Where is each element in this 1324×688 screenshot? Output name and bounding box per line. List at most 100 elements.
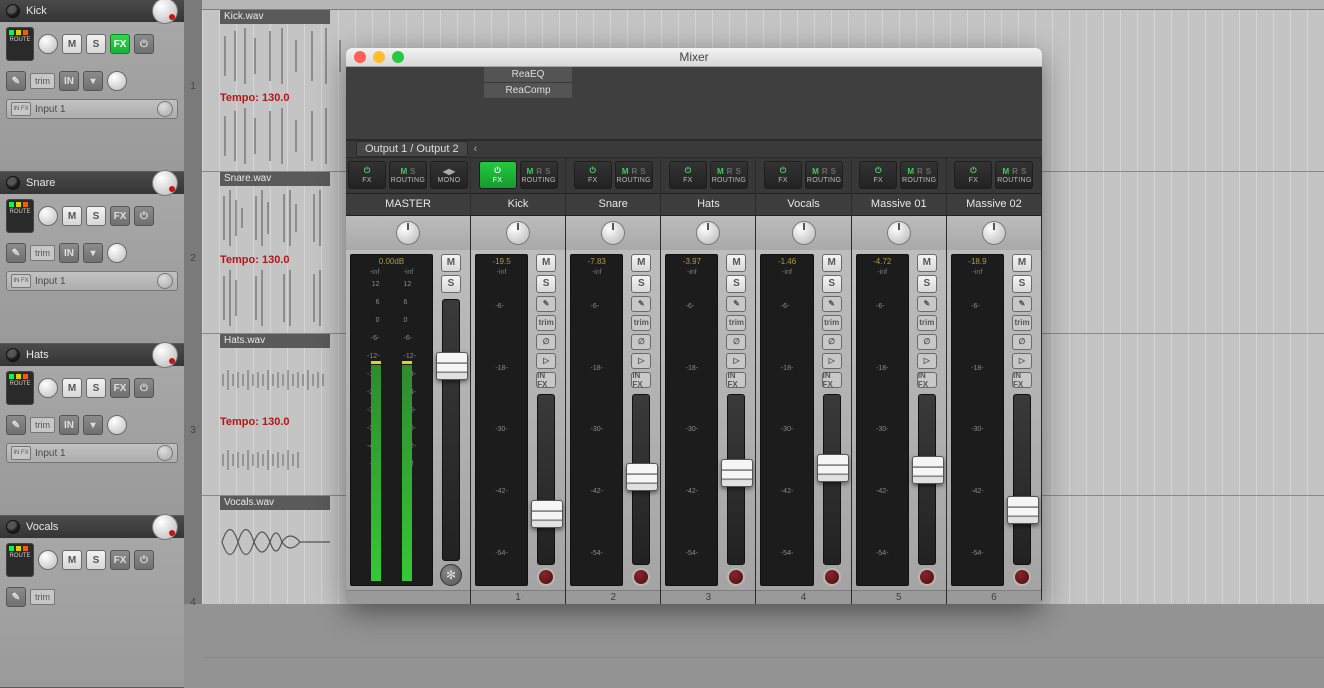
close-icon[interactable] — [354, 51, 366, 63]
clip-name[interactable]: Kick.wav — [220, 10, 330, 24]
input-fx-icon[interactable]: IN FX — [11, 274, 31, 288]
mute-button[interactable]: M — [441, 254, 461, 272]
record-arm-icon[interactable] — [6, 176, 20, 190]
pan-knob[interactable] — [982, 221, 1006, 245]
mute-button[interactable]: M — [726, 254, 746, 272]
mute-button[interactable]: M — [631, 254, 651, 272]
input-fx-icon[interactable]: IN FX — [11, 446, 31, 460]
fx-button[interactable]: ⏻ FX — [348, 161, 386, 189]
solo-button[interactable]: S — [917, 275, 937, 293]
dropdown-icon[interactable]: ▾ — [83, 71, 103, 91]
send-button[interactable]: ▷ — [917, 353, 937, 369]
routing-button[interactable]: MRSROUTING — [805, 161, 843, 189]
route-button[interactable]: ROUTE — [6, 199, 34, 233]
phase-button[interactable]: ∅ — [536, 334, 556, 350]
monitor-button[interactable] — [107, 243, 127, 263]
record-arm-icon[interactable] — [6, 348, 20, 362]
solo-button[interactable]: S — [1012, 275, 1032, 293]
route-button[interactable]: ROUTE — [6, 543, 34, 577]
power-icon[interactable]: ⏻ — [134, 378, 154, 398]
track-vocals[interactable]: Vocals ROUTE M S FX ⏻ ✎ trim — [0, 516, 184, 688]
routing-button[interactable]: MRSROUTING — [900, 161, 938, 189]
monitor-button[interactable] — [107, 71, 127, 91]
fx-button[interactable]: ⏻FX — [669, 161, 707, 189]
track-kick[interactable]: Kick ROUTE M S FX ⏻ ✎ trim IN ▾ IN FX In… — [0, 0, 184, 172]
fader[interactable] — [632, 394, 650, 565]
chevron-down-icon[interactable] — [157, 445, 173, 461]
chevron-down-icon[interactable] — [157, 273, 173, 289]
clip-name[interactable]: Hats.wav — [220, 334, 330, 348]
phase-button[interactable]: ∅ — [822, 334, 842, 350]
zoom-icon[interactable] — [392, 51, 404, 63]
fader[interactable] — [727, 394, 745, 565]
insert-slot-1[interactable]: ReaEQ — [484, 67, 572, 83]
solo-button[interactable]: S — [822, 275, 842, 293]
input-selector[interactable]: IN FX Input 1 — [6, 443, 178, 463]
env-button[interactable]: ✎ — [1012, 296, 1032, 312]
strip-kick[interactable]: ⏻ FX MRS ROUTING Kick -19.5 -inf -6--18-… — [471, 158, 566, 604]
minimize-icon[interactable] — [373, 51, 385, 63]
phase-button[interactable] — [38, 378, 58, 398]
window-titlebar[interactable]: Mixer — [346, 48, 1042, 67]
mixer-window[interactable]: Mixer ReaEQ ReaComp Output 1 / Output 2 … — [346, 48, 1042, 604]
dropdown-icon[interactable]: ▾ — [83, 415, 103, 435]
fx-button[interactable]: ⏻FX — [574, 161, 612, 189]
solo-button[interactable]: S — [86, 206, 106, 226]
strip-vocals[interactable]: ⏻FX MRSROUTING Vocals -1.46-inf -6--18--… — [756, 158, 851, 604]
output-label[interactable]: Output 1 / Output 2 — [356, 141, 468, 157]
phase-button[interactable]: ∅ — [726, 334, 746, 350]
fader[interactable] — [1013, 394, 1031, 565]
volume-knob[interactable] — [152, 170, 178, 196]
infx-button[interactable]: IN FX — [726, 372, 746, 388]
infx-button[interactable]: IN FX — [1012, 372, 1032, 388]
pan-knob[interactable] — [887, 221, 911, 245]
in-button[interactable]: IN — [59, 415, 79, 435]
solo-button[interactable]: S — [726, 275, 746, 293]
mono-button[interactable]: ◀▶ MONO — [430, 161, 468, 189]
record-button[interactable] — [727, 568, 745, 586]
phase-button[interactable] — [38, 206, 58, 226]
infx-button[interactable]: IN FX — [917, 372, 937, 388]
clip-name[interactable]: Snare.wav — [220, 172, 330, 186]
trim-label[interactable]: trim — [30, 73, 55, 89]
route-button[interactable]: ROUTE — [6, 371, 34, 405]
fader[interactable] — [537, 394, 555, 565]
gear-icon[interactable]: ✻ — [440, 564, 462, 586]
mute-button[interactable]: M — [917, 254, 937, 272]
strip-snare[interactable]: ⏻FX MRSROUTING Snare -7.83-inf -6--18--3… — [566, 158, 661, 604]
trim-button[interactable]: trim — [726, 315, 746, 331]
fx-button[interactable]: ⏻FX — [764, 161, 802, 189]
send-button[interactable]: ▷ — [1012, 353, 1032, 369]
env-button[interactable]: ✎ — [726, 296, 746, 312]
mute-button[interactable]: M — [62, 34, 82, 54]
pan-knob[interactable] — [696, 221, 720, 245]
routing-button[interactable]: MRSROUTING — [995, 161, 1033, 189]
mute-button[interactable]: M — [62, 378, 82, 398]
solo-button[interactable]: S — [86, 378, 106, 398]
fx-button[interactable]: ⏻FX — [859, 161, 897, 189]
env-button[interactable]: ✎ — [631, 296, 651, 312]
volume-knob[interactable] — [152, 342, 178, 368]
output-row[interactable]: Output 1 / Output 2 ‹ — [346, 140, 1042, 158]
volume-knob[interactable] — [152, 514, 178, 540]
input-selector[interactable]: IN FX Input 1 — [6, 99, 178, 119]
env-button[interactable]: ✎ — [6, 243, 26, 263]
power-icon[interactable]: ⏻ — [134, 34, 154, 54]
fader[interactable] — [823, 394, 841, 565]
power-icon[interactable]: ⏻ — [134, 550, 154, 570]
env-button[interactable]: ✎ — [917, 296, 937, 312]
env-button[interactable]: ✎ — [6, 587, 26, 607]
solo-button[interactable]: S — [86, 550, 106, 570]
env-button[interactable]: ✎ — [536, 296, 556, 312]
solo-button[interactable]: S — [536, 275, 556, 293]
routing-button[interactable]: MRSROUTING — [615, 161, 653, 189]
track-hats[interactable]: Hats ROUTE M S FX ⏻ ✎ trim IN ▾ IN FX In… — [0, 344, 184, 516]
record-button[interactable] — [632, 568, 650, 586]
mute-button[interactable]: M — [1012, 254, 1032, 272]
trim-label[interactable]: trim — [30, 417, 55, 433]
pan-knob[interactable] — [792, 221, 816, 245]
send-button[interactable]: ▷ — [631, 353, 651, 369]
pan-knob[interactable] — [396, 221, 420, 245]
env-button[interactable]: ✎ — [822, 296, 842, 312]
record-arm-icon[interactable] — [6, 520, 20, 534]
